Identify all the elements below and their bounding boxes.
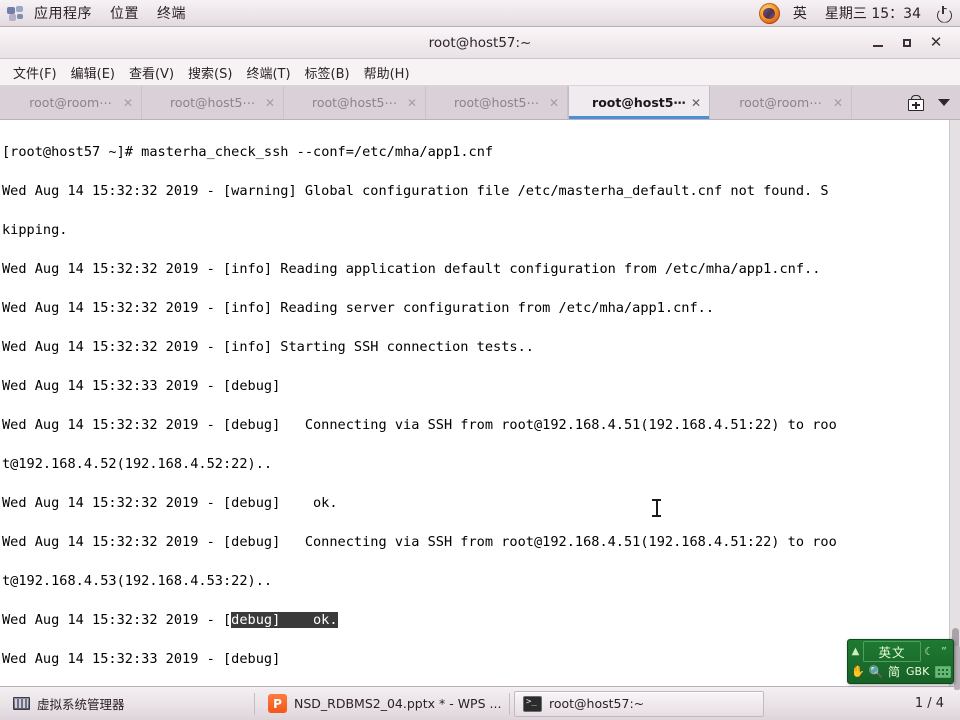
moon-icon[interactable]: ☾: [923, 645, 935, 658]
tab-bar: root@room⋯ ✕ root@host5⋯ ✕ root@host5⋯ ✕…: [0, 86, 960, 120]
terminal-body[interactable]: [root@host57 ~]# masterha_check_ssh --co…: [0, 120, 960, 686]
terminal-line: Wed Aug 14 15:32:32 2019 - [debug] ok.: [2, 494, 338, 511]
tab-1[interactable]: root@host5⋯ ✕: [142, 86, 284, 119]
tab-label: root@room⋯: [29, 95, 112, 110]
taskbar-item-label: 虚拟系统管理器: [37, 697, 125, 712]
top-panel-status-area: 英 星期三 15：34: [758, 0, 954, 26]
menu-terminal[interactable]: 终端(T): [239, 60, 297, 85]
wps-presentation-icon: [268, 694, 287, 713]
tab-close-icon[interactable]: ✕: [691, 97, 701, 109]
search-icon[interactable]: 🔍: [868, 665, 884, 679]
terminal-line: Wed Aug 14 15:32:32 2019 - [warning] Glo…: [2, 182, 829, 199]
tab-label: root@host5⋯: [592, 95, 686, 110]
applications-icon[interactable]: [7, 5, 24, 21]
tab-label: root@host5⋯: [170, 95, 255, 110]
tab-2[interactable]: root@host5⋯ ✕: [284, 86, 426, 119]
taskbar: 虚拟系统管理器 NSD_RDBMS2_04.pptx * - WPS ... r…: [0, 686, 960, 720]
menu-terminal[interactable]: 终端: [151, 0, 198, 27]
tab-close-icon[interactable]: ✕: [123, 97, 133, 109]
terminal-line: Wed Aug 14 15:32:32 2019 - [debug] Conne…: [2, 533, 837, 550]
mouse-cursor-ibeam: [652, 498, 661, 518]
top-panel-menus: 应用程序 位置 终端: [0, 0, 198, 26]
chevron-up-icon[interactable]: ▲: [850, 646, 861, 657]
tab-3[interactable]: root@host5⋯ ✕: [426, 86, 568, 119]
menu-view[interactable]: 查看(V): [122, 60, 181, 85]
ime-panel-shadow: [954, 646, 960, 690]
shell-command: masterha_check_ssh --conf=/etc/mha/app1.…: [141, 143, 494, 160]
terminal-line-selected: Wed Aug 14 15:32:32 2019 - [debug] ok.: [2, 611, 947, 631]
menu-edit[interactable]: 编辑(E): [64, 60, 122, 85]
terminal-line: Wed Aug 14 15:32:32 2019 - [info] Readin…: [2, 260, 821, 277]
ime-panel[interactable]: ▲ 英文 ☾ ” ✋ 🔍 简 GBK: [847, 639, 954, 684]
maximize-button[interactable]: [893, 30, 921, 56]
ime-encoding-label[interactable]: GBK: [904, 665, 931, 678]
window-controls: ✕: [864, 27, 950, 58]
terminal-line: Wed Aug 14 15:32:33 2019 - [debug]: [2, 377, 289, 394]
ime-row-bottom: ✋ 🔍 简 GBK: [850, 662, 951, 681]
tab-bar-tools: [906, 86, 960, 119]
terminal-line: kipping.: [2, 221, 68, 238]
quote-icon[interactable]: ”: [937, 645, 951, 658]
vm-manager-icon: [13, 697, 30, 710]
taskbar-item-label: NSD_RDBMS2_04.pptx * - WPS ...: [294, 696, 502, 711]
terminal-line: Wed Aug 14 15:32:33 2019 - [debug]: [2, 650, 289, 667]
minimize-button[interactable]: [864, 30, 892, 56]
taskbar-item-wps[interactable]: NSD_RDBMS2_04.pptx * - WPS ...: [259, 691, 505, 717]
taskbar-item-label: root@host57:~: [549, 696, 645, 711]
ime-row-top: ▲ 英文 ☾ ”: [850, 641, 951, 662]
terminal-output[interactable]: [root@host57 ~]# masterha_check_ssh --co…: [0, 120, 949, 686]
gnome-top-panel: 应用程序 位置 终端 英 星期三 15：34: [0, 0, 960, 27]
ime-language-label[interactable]: 英文: [863, 641, 921, 662]
tab-close-icon[interactable]: ✕: [549, 97, 559, 109]
power-icon[interactable]: [936, 5, 951, 21]
new-tab-icon[interactable]: [906, 94, 926, 112]
input-language-indicator[interactable]: 英: [784, 3, 816, 23]
tab-close-icon[interactable]: ✕: [265, 97, 275, 109]
tab-5[interactable]: root@room⋯ ✕: [710, 86, 852, 119]
terminal-line: [root@host57 ~]# masterha_check_ssh --co…: [2, 143, 947, 163]
menu-bar: 文件(F) 编辑(E) 查看(V) 搜索(S) 终端(T) 标签(B) 帮助(H…: [0, 59, 960, 86]
menu-file[interactable]: 文件(F): [6, 60, 64, 85]
window-title: root@host57:~: [428, 34, 532, 51]
chevron-down-icon[interactable]: [938, 99, 950, 106]
line-prefix: Wed Aug 14 15:32:32 2019 - [: [2, 611, 232, 628]
tab-label: root@room⋯: [739, 95, 822, 110]
keyboard-icon[interactable]: [935, 665, 951, 678]
terminal-icon: [523, 695, 542, 712]
tab-label: root@host5⋯: [454, 95, 539, 110]
menu-search[interactable]: 搜索(S): [181, 60, 239, 85]
firefox-icon[interactable]: [758, 2, 780, 24]
terminal-line: t@192.168.4.53(192.168.4.53:22)..: [2, 572, 273, 589]
selected-text: debug] ok.: [231, 611, 338, 628]
menu-help[interactable]: 帮助(H): [357, 60, 417, 85]
menu-applications[interactable]: 应用程序: [28, 0, 104, 27]
close-button[interactable]: ✕: [922, 30, 950, 56]
terminal-line: Wed Aug 14 15:32:32 2019 - [info] Readin…: [2, 299, 715, 316]
terminal-line: Wed Aug 14 15:32:32 2019 - [info] Starti…: [2, 338, 534, 355]
terminal-line: t@192.168.4.52(192.168.4.52:22)..: [2, 455, 273, 472]
tab-0[interactable]: root@room⋯ ✕: [0, 86, 142, 119]
clock[interactable]: 星期三 15：34: [816, 3, 930, 23]
window-title-bar[interactable]: root@host57:~ ✕: [0, 27, 960, 59]
tab-close-icon[interactable]: ✕: [407, 97, 417, 109]
terminal-window: root@host57:~ ✕ 文件(F) 编辑(E) 查看(V) 搜索(S) …: [0, 27, 960, 686]
tab-4-active[interactable]: root@host5⋯ ✕: [568, 86, 710, 119]
tab-close-icon[interactable]: ✕: [833, 97, 843, 109]
menu-tabs[interactable]: 标签(B): [298, 60, 357, 85]
hand-icon[interactable]: ✋: [850, 665, 866, 678]
ime-mode-label[interactable]: 简: [886, 663, 902, 680]
taskbar-item-virt-manager[interactable]: 虚拟系统管理器: [4, 691, 250, 717]
taskbar-separator: [509, 692, 510, 715]
menu-places[interactable]: 位置: [104, 0, 151, 27]
terminal-scrollbar[interactable]: [949, 120, 960, 686]
taskbar-separator: [254, 692, 255, 715]
taskbar-item-terminal-active[interactable]: root@host57:~: [514, 690, 764, 717]
workspace-switcher[interactable]: 1 / 4: [909, 696, 956, 711]
tab-label: root@host5⋯: [312, 95, 397, 110]
screen-root: 应用程序 位置 终端 英 星期三 15：34 root@host57:~ ✕ 文…: [0, 0, 960, 720]
shell-prompt: [root@host57 ~]#: [2, 143, 142, 160]
terminal-line: Wed Aug 14 15:32:32 2019 - [debug] Conne…: [2, 416, 837, 433]
